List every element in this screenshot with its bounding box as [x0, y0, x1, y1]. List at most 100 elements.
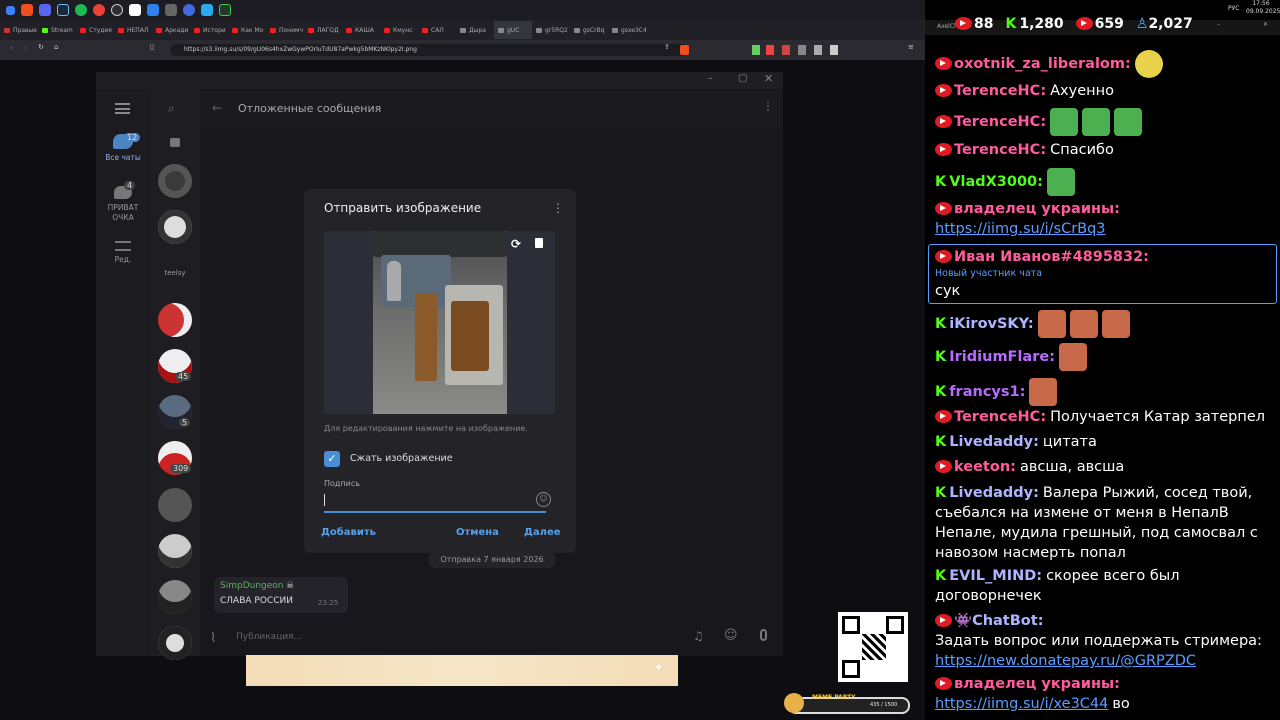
browser-tab[interactable]: КАША: [342, 21, 380, 39]
app-icon[interactable]: [147, 4, 159, 16]
chat-nickname[interactable]: владелец украины:: [954, 676, 1120, 692]
app-icon[interactable]: [165, 4, 177, 16]
chat-avatar[interactable]: [158, 580, 192, 614]
app-icon[interactable]: [129, 4, 141, 16]
chat-link[interactable]: https://iimg.su/i/xe3C44: [935, 696, 1108, 712]
chat-avatar[interactable]: [158, 210, 192, 244]
chat-link[interactable]: https://new.donatepay.ru/@GRPZDC: [935, 651, 1273, 671]
rotate-icon[interactable]: ⟳: [511, 237, 521, 251]
cancel-button[interactable]: Отмена: [456, 527, 499, 538]
browser-tab[interactable]: НЕПАЛ: [114, 21, 152, 39]
folder-edit[interactable]: Ред.: [96, 241, 150, 277]
obs-icon[interactable]: [111, 4, 123, 16]
browser-tab[interactable]: Дыра: [456, 21, 494, 39]
archive-icon[interactable]: [170, 138, 180, 147]
brave-shields-icon[interactable]: [680, 45, 689, 55]
compress-checkbox[interactable]: ✓: [324, 451, 340, 467]
browser-tab[interactable]: gr5RQ2: [532, 21, 570, 39]
tab-label: Аркади: [165, 26, 189, 34]
chat-nickname[interactable]: TerenceHC:: [954, 83, 1046, 99]
chat-nickname[interactable]: Иван Иванов#4895832:: [954, 249, 1149, 265]
search-icon[interactable]: ⌕: [168, 101, 175, 116]
chat-nickname[interactable]: ChatBot:: [972, 613, 1043, 629]
chat-nickname[interactable]: oxotnik_za_liberalom:: [954, 56, 1131, 72]
hamburger-menu-icon[interactable]: [115, 103, 130, 114]
chat-nickname[interactable]: francys1:: [949, 384, 1025, 400]
share-icon[interactable]: ⇪: [664, 43, 670, 51]
minimize-icon[interactable]: –: [1217, 21, 1220, 28]
url-input[interactable]: https://s3.iimg.su/s/09/gU06s4hxZwGywPOr…: [170, 44, 690, 56]
add-button[interactable]: Добавить: [321, 527, 376, 538]
windows-start-icon[interactable]: [6, 5, 15, 15]
chat-nickname[interactable]: TerenceHC:: [954, 142, 1046, 158]
chat-avatar[interactable]: [158, 534, 192, 568]
browser-tab[interactable]: Кмунс: [380, 21, 418, 39]
browser-tab[interactable]: gsxe3C4: [608, 21, 646, 39]
keyboard-language[interactable]: РУС: [1228, 5, 1239, 12]
chat-avatar[interactable]: teelsy: [158, 256, 192, 290]
attach-icon[interactable]: ⌇: [210, 631, 216, 646]
chat-nickname[interactable]: keeton:: [954, 459, 1016, 475]
maximize-icon[interactable]: ▢: [738, 73, 747, 84]
forward-icon[interactable]: ›: [24, 44, 27, 52]
chat-nickname[interactable]: iKirovSKY:: [949, 316, 1033, 332]
chat-nickname[interactable]: Livedaddy:: [949, 434, 1039, 450]
browser-tab[interactable]: Аркади: [152, 21, 190, 39]
chat-nickname[interactable]: владелец украины:: [954, 201, 1120, 217]
chat-avatar[interactable]: [158, 626, 192, 660]
back-icon[interactable]: ‹: [10, 44, 13, 52]
bell-icon[interactable]: ♫: [693, 629, 704, 643]
spotify-icon[interactable]: [75, 4, 87, 16]
chat-nickname[interactable]: EVIL_MIND:: [949, 568, 1042, 584]
more-vertical-icon[interactable]: ⋮: [762, 99, 774, 113]
chat-avatar[interactable]: [158, 488, 192, 522]
browser-tab[interactable]: gsCrBq: [570, 21, 608, 39]
browser-tab[interactable]: ЛАГОД: [304, 21, 342, 39]
emoji-icon[interactable]: ☺: [724, 628, 738, 643]
next-button[interactable]: Далее: [524, 527, 561, 538]
browser-tab[interactable]: Stream: [38, 21, 76, 39]
minimize-icon[interactable]: –: [708, 73, 713, 84]
brave-browser-icon[interactable]: [21, 4, 33, 16]
back-arrow-icon[interactable]: ←: [212, 101, 222, 115]
emoji-icon[interactable]: ☺: [536, 492, 551, 507]
app-icon[interactable]: [219, 4, 231, 16]
browser-tab[interactable]: Понимч: [266, 21, 304, 39]
close-icon[interactable]: ✕: [764, 72, 773, 85]
image-preview[interactable]: ⟳: [324, 231, 555, 414]
steam-icon[interactable]: [57, 4, 69, 16]
folder-private[interactable]: 4 ПРИВАТОЧКА: [96, 181, 150, 229]
telegram-icon[interactable]: [201, 4, 213, 16]
close-icon[interactable]: ✕: [1263, 21, 1268, 28]
browser-tab[interactable]: Истори: [190, 21, 228, 39]
folder-all-chats[interactable]: 12 Все чаты: [96, 129, 150, 177]
bookmark-icon[interactable]: ▯: [150, 43, 154, 51]
browser-tab[interactable]: Правые: [0, 21, 38, 39]
chat-nickname[interactable]: TerenceHC:: [954, 114, 1046, 130]
menu-icon[interactable]: ≡: [908, 43, 914, 51]
microphone-icon[interactable]: [760, 629, 767, 641]
chat-nickname[interactable]: IridiumFlare:: [949, 349, 1055, 365]
app-icon[interactable]: [183, 4, 195, 16]
message-bubble[interactable]: SimpDungeon ☠ СЛАВА РОССИИ 23:25: [214, 577, 348, 613]
chat-avatar[interactable]: [158, 164, 192, 198]
caption-input[interactable]: [324, 494, 325, 506]
chat-nickname[interactable]: TerenceHC:: [954, 409, 1046, 425]
chat-avatar[interactable]: [158, 303, 192, 337]
chat-link[interactable]: https://iimg.su/i/sCrBq3: [935, 219, 1273, 239]
message-input[interactable]: Публикация...: [236, 632, 302, 642]
discord-icon[interactable]: [39, 4, 51, 16]
browser-tab[interactable]: gUC: [494, 21, 532, 39]
browser-tab[interactable]: Студия: [76, 21, 114, 39]
more-vertical-icon[interactable]: ⋮: [552, 201, 564, 215]
delete-icon[interactable]: [535, 238, 543, 248]
browser-tab[interactable]: Как Мо: [228, 21, 266, 39]
chat-nickname[interactable]: Livedaddy:: [949, 485, 1039, 501]
browser-tab[interactable]: САЛ: [418, 21, 456, 39]
chat-nickname[interactable]: VladX3000:: [949, 174, 1043, 190]
chat-text: авсша, авсша: [1019, 459, 1125, 475]
chrome-icon[interactable]: [93, 4, 105, 16]
home-icon[interactable]: ⌂: [54, 43, 58, 51]
extensions-icon[interactable]: [752, 45, 852, 55]
reload-icon[interactable]: ↻: [38, 43, 44, 51]
